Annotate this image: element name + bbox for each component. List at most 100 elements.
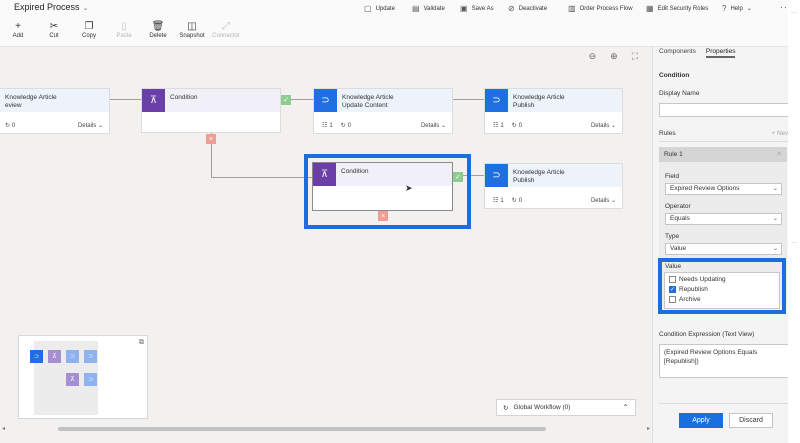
- tab-properties[interactable]: Properties: [705, 48, 736, 58]
- no-branch-icon[interactable]: ×: [206, 134, 216, 144]
- chevron-down-icon: ⌄: [746, 6, 752, 12]
- value-option-republish[interactable]: ✓ Republish: [669, 286, 708, 293]
- display-name-label: Display Name: [659, 90, 700, 97]
- field-select[interactable]: Expired Review Options ⌄: [665, 183, 782, 195]
- condition-icon: ⊼: [313, 163, 336, 186]
- scissors-icon: ✂: [49, 21, 59, 32]
- refresh-icon: ↻: [340, 123, 346, 129]
- more-icon[interactable]: ···: [791, 10, 797, 16]
- checkbox[interactable]: [669, 276, 676, 283]
- value-option-archive[interactable]: Archive: [669, 296, 701, 303]
- edit-security-roles-button[interactable]: ▦ Edit Security Roles: [646, 4, 708, 13]
- close-icon[interactable]: ✕: [776, 150, 782, 158]
- horizontal-scrollbar[interactable]: ◂ ▸: [0, 426, 652, 432]
- plus-icon: +: [15, 21, 21, 32]
- paste-icon: ▯: [121, 21, 127, 32]
- display-name-input[interactable]: [659, 103, 793, 117]
- order-process-flow-button[interactable]: ▥ Order Process Flow: [568, 4, 633, 13]
- value-checkbox-list: Needs Updating ✓ Republish Archive: [664, 272, 780, 309]
- tab-components[interactable]: Components: [659, 48, 696, 58]
- chevron-down-icon: ⌄: [772, 216, 778, 222]
- zoom-out-icon[interactable]: ⊖: [589, 51, 597, 62]
- no-branch-icon[interactable]: ×: [378, 211, 388, 221]
- stage-icon: ⊃: [485, 164, 508, 187]
- validate-icon: ▤: [412, 4, 420, 13]
- expand-icon[interactable]: ⧉: [139, 339, 144, 347]
- connector-icon: ⤢: [222, 21, 230, 32]
- steps-icon: ☷: [493, 123, 499, 129]
- mouse-cursor-icon: ➤: [405, 183, 413, 193]
- help-button[interactable]: ? Help ⌄: [722, 4, 752, 13]
- chevron-down-icon: ⌄: [610, 198, 616, 204]
- save-as-icon: ▣: [460, 4, 468, 13]
- type-select[interactable]: Value ⌄: [665, 243, 782, 255]
- checkbox-checked[interactable]: ✓: [669, 286, 676, 293]
- apply-button[interactable]: Apply: [679, 413, 723, 428]
- refresh-icon: ↻: [503, 404, 509, 412]
- condition-icon: ⊼: [142, 89, 165, 112]
- process-canvas[interactable]: ⊖ ⊕ ⛶ Knowledge Article eview ↻ 0 Details…: [0, 47, 652, 443]
- cut-button[interactable]: ✂ Cut: [40, 21, 68, 39]
- minimap-node: ⊼: [66, 373, 79, 386]
- details-toggle[interactable]: Details ⌄: [591, 197, 616, 204]
- zoom-in-icon[interactable]: ⊕: [610, 51, 618, 62]
- operator-label: Operator: [665, 203, 691, 210]
- save-as-button[interactable]: ▣ Save As: [460, 4, 494, 13]
- right-edge-strip: [788, 0, 800, 443]
- chevron-down-icon: ⌄: [610, 123, 616, 129]
- scroll-right-icon[interactable]: ▸: [647, 425, 650, 432]
- order-icon: ▥: [568, 4, 576, 13]
- deactivate-button[interactable]: ⊘ Deactivate: [508, 4, 547, 13]
- camera-icon: ◫: [187, 21, 197, 32]
- refresh-icon: ↻: [511, 198, 517, 204]
- help-icon: ?: [722, 4, 727, 13]
- expression-label: Condition Expression (Text View): [659, 331, 755, 338]
- value-label: Value: [665, 263, 682, 270]
- snapshot-button[interactable]: ◫ Snapshot: [178, 21, 206, 39]
- condition-node-2[interactable]: ⊼ Condition ➤: [312, 162, 453, 211]
- value-option-needs-updating[interactable]: Needs Updating: [669, 276, 726, 283]
- stage-node-review[interactable]: Knowledge Article eview ↻ 0 Details ⌄: [0, 88, 110, 134]
- details-toggle[interactable]: Details ⌄: [421, 122, 446, 129]
- global-workflow-bar[interactable]: ↻ Global Workflow (0) ⌃: [496, 399, 636, 416]
- chevron-down-icon: ⌄: [772, 246, 778, 252]
- divider: [659, 141, 793, 142]
- details-toggle[interactable]: Details ⌄: [591, 122, 616, 129]
- yes-branch-icon[interactable]: ✓: [453, 172, 463, 182]
- chevron-down-icon: ⌄: [97, 123, 103, 129]
- security-icon: ▦: [646, 4, 654, 13]
- copy-button[interactable]: ❐ Copy: [75, 21, 103, 39]
- more-icon[interactable]: ···: [791, 240, 797, 246]
- steps-icon: ☷: [493, 198, 499, 204]
- type-label: Type: [665, 233, 680, 240]
- operator-select[interactable]: Equals ⌄: [665, 213, 782, 225]
- validate-button[interactable]: ▤ Validate: [412, 4, 445, 13]
- connector-line: [453, 99, 485, 100]
- discard-button[interactable]: Discard: [729, 413, 773, 428]
- chevron-up-icon[interactable]: ⌃: [622, 403, 629, 412]
- yes-branch-icon[interactable]: ✓: [281, 95, 291, 105]
- paste-button[interactable]: ▯ Paste: [110, 21, 138, 39]
- details-toggle[interactable]: Details ⌄: [78, 122, 103, 129]
- rule-title: Rule 1: [664, 151, 683, 158]
- delete-button[interactable]: 🗑 Delete: [144, 21, 172, 39]
- process-title[interactable]: Expired Process ⌄: [14, 2, 88, 12]
- connector-button[interactable]: ⤢ Connector: [212, 21, 240, 39]
- deactivate-icon: ⊘: [508, 4, 515, 13]
- stage-node-publish-2[interactable]: ⊃ Knowledge Article Publish ☷ 1 ↻ 0 Detail…: [484, 163, 623, 209]
- update-button[interactable]: ▢ Update: [364, 4, 395, 13]
- connector-line: [110, 99, 142, 100]
- fit-to-screen-icon[interactable]: ⛶: [632, 51, 638, 62]
- condition-node-1[interactable]: ⊼ Condition: [141, 88, 281, 133]
- scroll-left-icon[interactable]: ◂: [2, 425, 5, 432]
- checkbox[interactable]: [669, 296, 676, 303]
- minimap[interactable]: ⊃ ⊼ ⊃ ⊃ ⊼ ⊃ ⧉: [18, 335, 148, 419]
- chevron-down-icon: ⌄: [440, 123, 446, 129]
- divider: [659, 403, 793, 404]
- scrollbar-thumb[interactable]: [58, 427, 546, 431]
- stage-node-publish-1[interactable]: ⊃ Knowledge Article Publish ☷ 1 ↻ 0 Detail…: [484, 88, 623, 134]
- stage-node-update-content[interactable]: ⊃ Knowledge Article Update Content ☷ 1 ↻ 0…: [313, 88, 453, 134]
- connector-line: [211, 177, 312, 178]
- minimap-node: ⊃: [84, 350, 97, 363]
- add-button[interactable]: + Add: [4, 21, 32, 39]
